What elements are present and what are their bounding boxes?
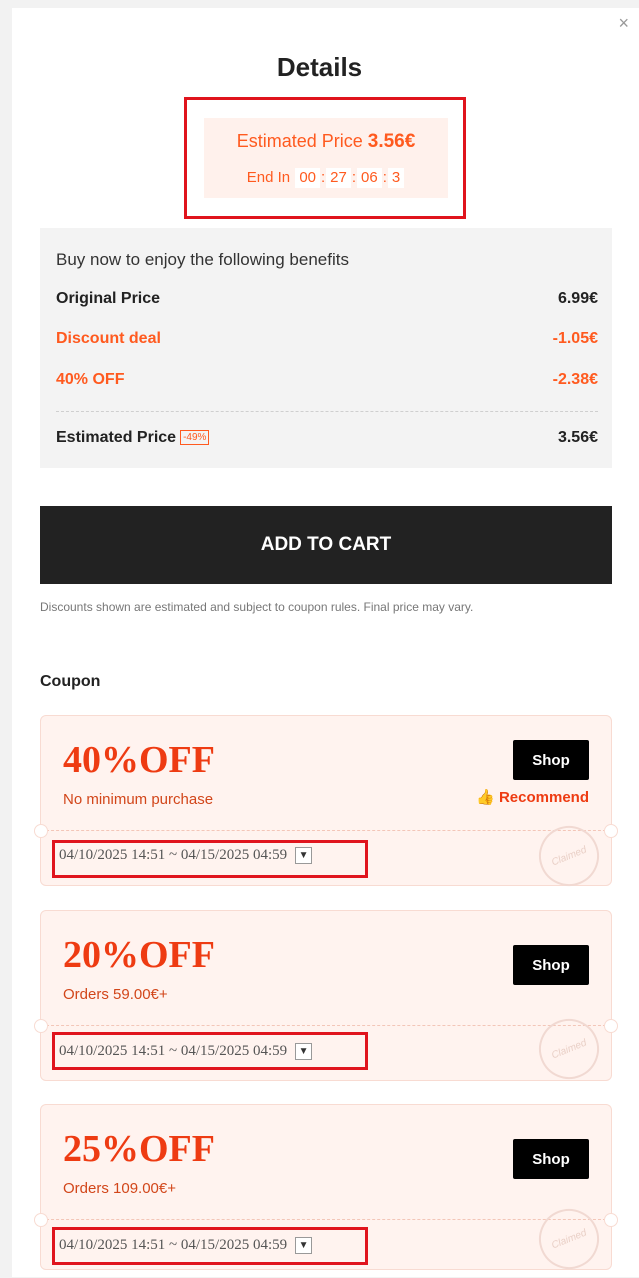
highlight-box — [52, 840, 368, 878]
close-icon[interactable]: × — [618, 14, 629, 32]
disclaimer-text: Discounts shown are estimated and subjec… — [40, 600, 474, 614]
coupon-heading: Coupon — [40, 673, 101, 690]
page-title: Details — [276, 52, 363, 82]
divider — [56, 411, 598, 412]
coupon-notch — [604, 824, 618, 838]
price-row-value: -2.38€ — [552, 371, 598, 388]
coupon-notch — [604, 1213, 618, 1227]
thumbs-up-icon: 👍 — [476, 789, 495, 806]
recommend-badge: 👍 Recommend — [476, 788, 589, 806]
price-row-label: Estimated Price — [56, 429, 177, 446]
coupon-amount: 20%OFF — [63, 934, 215, 976]
price-row-value: -1.05€ — [552, 330, 598, 347]
price-row-percent-off: 40% OFF -2.38€ — [56, 371, 598, 389]
shop-button[interactable]: Shop — [513, 740, 589, 780]
highlight-box — [184, 97, 466, 219]
highlight-box — [52, 1227, 368, 1265]
coupon-divider — [41, 1025, 611, 1026]
price-row-original: Original Price 6.99€ — [56, 290, 598, 308]
coupon-notch — [34, 1213, 48, 1227]
price-row-estimated: Estimated Price -49% 3.56€ — [56, 429, 598, 447]
add-to-cart-button[interactable]: ADD TO CART — [40, 506, 612, 584]
shop-button[interactable]: Shop — [513, 1139, 589, 1179]
price-row-value: 6.99€ — [557, 290, 598, 307]
coupon-notch — [34, 824, 48, 838]
price-row-value: 3.56€ — [557, 429, 598, 446]
claimed-stamp: Claimed — [529, 1199, 609, 1278]
coupon-notch — [604, 1019, 618, 1033]
coupon-amount: 40%OFF — [63, 739, 215, 781]
price-row-discount: Discount deal -1.05€ — [56, 330, 598, 348]
benefits-panel: Buy now to enjoy the following benefits … — [40, 228, 612, 468]
highlight-box — [52, 1032, 368, 1070]
discount-badge: -49% — [180, 430, 210, 445]
claimed-stamp: Claimed — [529, 1009, 609, 1089]
claimed-stamp: Claimed — [529, 816, 609, 896]
coupon-condition: Orders 109.00€+ — [63, 1180, 176, 1197]
shop-button[interactable]: Shop — [513, 945, 589, 985]
coupon-condition: Orders 59.00€+ — [63, 986, 168, 1003]
price-row-label: Discount deal — [56, 330, 161, 347]
coupon-condition: No minimum purchase — [63, 791, 214, 808]
recommend-label: Recommend — [498, 789, 589, 806]
coupon-divider — [41, 830, 611, 831]
price-row-label: 40% OFF — [56, 371, 125, 388]
price-row-label: Original Price — [56, 290, 161, 307]
benefits-heading: Buy now to enjoy the following benefits — [56, 250, 349, 269]
coupon-notch — [34, 1019, 48, 1033]
coupon-divider — [41, 1219, 611, 1220]
coupon-amount: 25%OFF — [63, 1128, 215, 1170]
